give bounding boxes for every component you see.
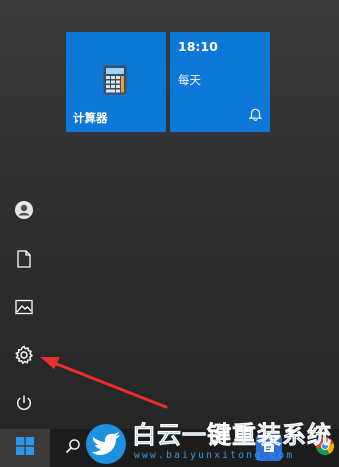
- settings-button[interactable]: [0, 331, 48, 379]
- documents-button[interactable]: [0, 235, 48, 283]
- calculator-tile[interactable]: 计算器: [66, 32, 166, 132]
- search-button[interactable]: [56, 429, 90, 467]
- calculator-tile-label: 计算器: [73, 111, 108, 125]
- alarm-tile[interactable]: 18:10 每天: [170, 32, 270, 132]
- pictures-button[interactable]: [0, 283, 48, 331]
- watermark: 白云一键重装系统 www.baiyunxitong.com: [86, 420, 339, 467]
- document-icon: [16, 250, 32, 268]
- watermark-title: 白云一键重装系统: [132, 421, 332, 450]
- power-button[interactable]: [0, 379, 48, 427]
- picture-icon: [15, 299, 33, 315]
- bell-icon: [248, 106, 263, 125]
- gear-icon: [14, 345, 34, 365]
- alarm-repeat: 每天: [178, 73, 201, 87]
- calculator-icon: [103, 65, 127, 99]
- start-button[interactable]: [0, 429, 50, 467]
- search-icon: [65, 438, 81, 458]
- start-menu-rail: [0, 0, 48, 429]
- power-icon: [15, 394, 33, 412]
- account-button[interactable]: [0, 186, 48, 234]
- watermark-bird-logo: [86, 424, 126, 464]
- windows-logo-icon: [16, 437, 34, 459]
- alarm-time: 18:10: [178, 39, 218, 54]
- start-menu: 计算器 18:10 每天: [0, 0, 339, 429]
- watermark-url: www.baiyunxitong.com: [134, 450, 295, 461]
- user-icon: [14, 200, 34, 220]
